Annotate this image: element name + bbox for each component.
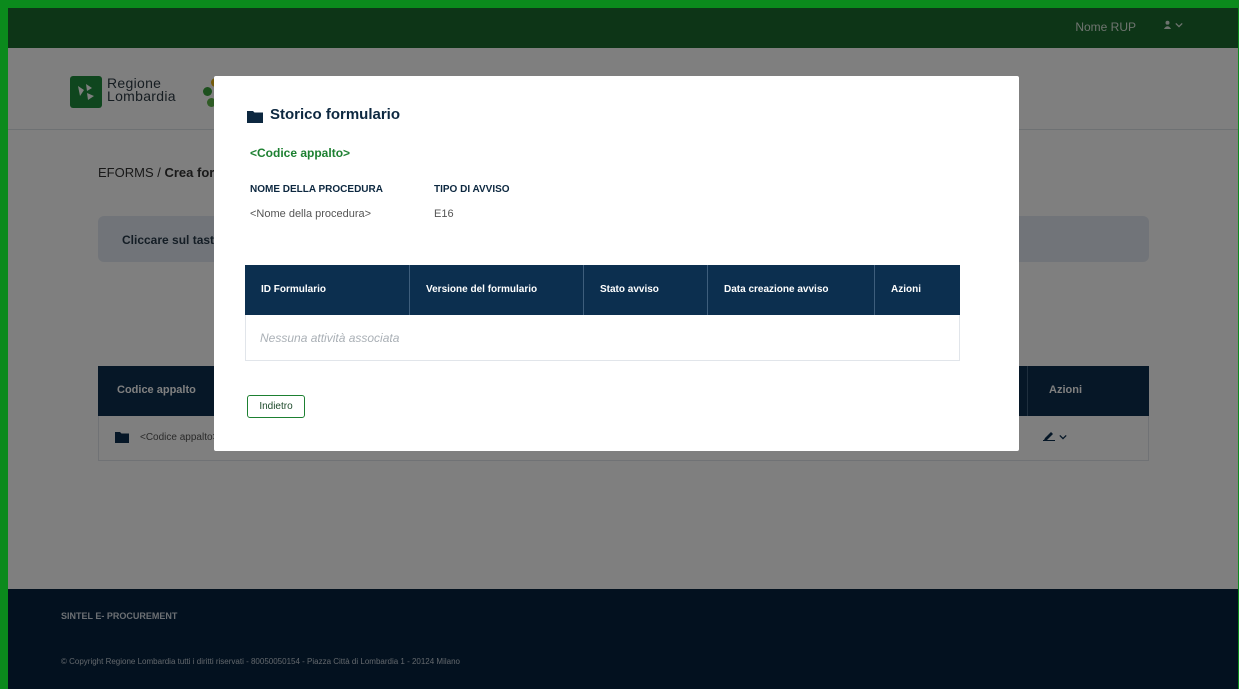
formulari-table-header: ID Formulario Versione del formulario St…	[245, 265, 960, 315]
storico-formulario-modal: Storico formulario <Codice appalto> NOME…	[214, 76, 1019, 451]
back-button[interactable]: Indietro	[247, 395, 305, 418]
notice-type-value: E16	[434, 208, 454, 220]
column-versione: Versione del formulario	[409, 265, 583, 315]
procedure-name-label: NOME DELLA PROCEDURA	[250, 184, 383, 195]
column-azioni: Azioni	[874, 265, 960, 315]
notice-type-label: TIPO DI AVVISO	[434, 184, 510, 195]
empty-row: Nessuna attività associata	[245, 315, 960, 361]
modal-title: Storico formulario	[270, 106, 401, 123]
codice-appalto: <Codice appalto>	[250, 146, 351, 160]
empty-message: Nessuna attività associata	[260, 331, 400, 345]
folder-icon	[247, 111, 263, 123]
column-id-formulario: ID Formulario	[261, 284, 327, 295]
column-stato-avviso: Stato avviso	[583, 265, 707, 315]
column-data-creazione: Data creazione avviso	[707, 265, 874, 315]
formulari-table: ID Formulario Versione del formulario St…	[245, 265, 960, 361]
procedure-name-value: <Nome della procedura>	[250, 208, 372, 220]
app-window: Nome RUP Regione Lombardia EFORMS / Crea…	[8, 8, 1238, 689]
